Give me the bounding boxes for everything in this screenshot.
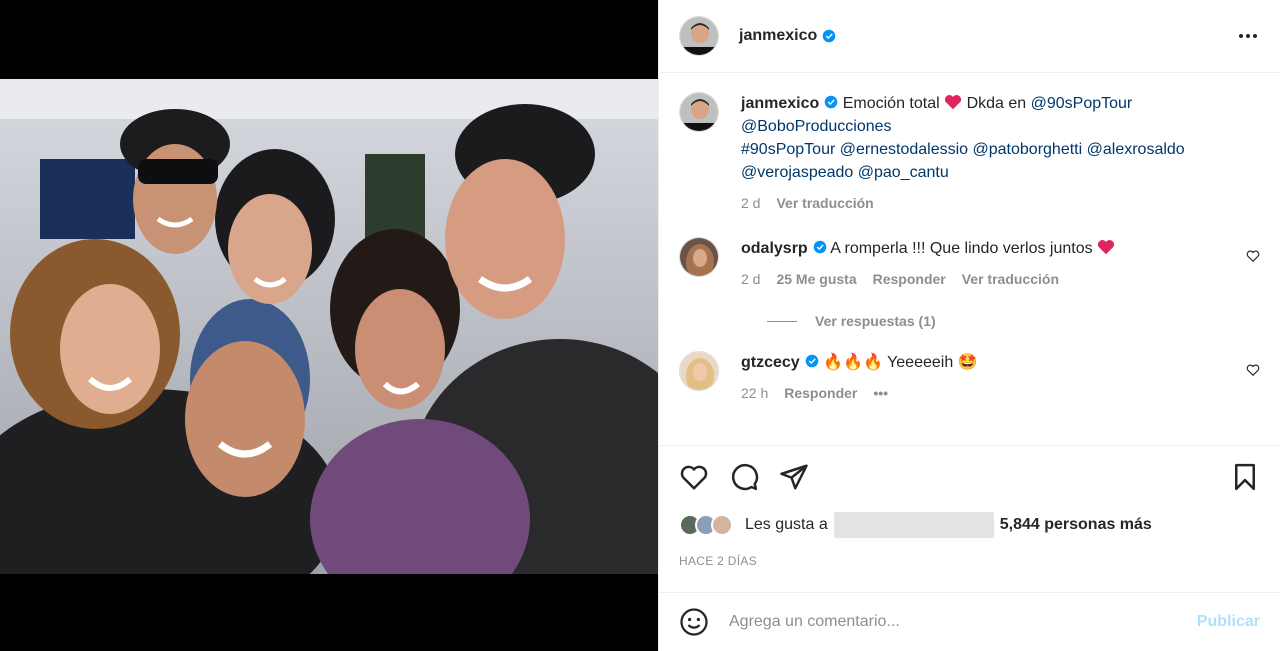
caption-text-2: Dkda en: [966, 95, 1027, 112]
group-selfie-image: [0, 79, 658, 574]
post-details-panel: janmexico janmexico Emoción total Dkda e…: [658, 0, 1280, 651]
comment-text: A romperla !!! Que lindo verlos juntos: [830, 240, 1093, 257]
mention-link[interactable]: @verojaspeado: [741, 164, 853, 181]
post-date[interactable]: HACE 2 DÍAS: [679, 554, 757, 568]
caption-text: Emoción total: [842, 95, 940, 112]
caption-username[interactable]: janmexico: [741, 95, 819, 112]
emoji-icon[interactable]: [679, 607, 709, 637]
comment-icon[interactable]: [729, 462, 759, 492]
post-header: janmexico: [659, 0, 1280, 73]
more-options-icon[interactable]: [1236, 24, 1260, 48]
like-comment-heart-icon[interactable]: [1246, 249, 1260, 263]
translate-button[interactable]: Ver traducción: [962, 268, 1059, 291]
fire-emoji-icon: 🔥🔥🔥: [823, 354, 883, 371]
comment-row: gtzcecy 🔥🔥🔥 Yeeeeeih 🤩 22 h Responder ••…: [679, 351, 1260, 405]
verified-badge-icon: [822, 29, 836, 43]
heart-icon[interactable]: [679, 462, 709, 492]
mention-link[interactable]: @patoborghetti: [973, 141, 1083, 158]
commenter-avatar[interactable]: [679, 351, 719, 391]
instagram-post-view: janmexico janmexico Emoción total Dkda e…: [0, 0, 1280, 651]
mention-link[interactable]: @alexrosaldo: [1087, 141, 1185, 158]
comment-input[interactable]: [729, 613, 1197, 631]
reply-button[interactable]: Responder: [873, 268, 946, 291]
publish-button[interactable]: Publicar: [1197, 613, 1260, 631]
author-username[interactable]: janmexico: [739, 27, 817, 45]
mention-link[interactable]: @90sPopTour: [1031, 95, 1133, 112]
heart-emoji-icon: [945, 95, 962, 110]
view-replies-label[interactable]: Ver respuestas (1): [815, 313, 936, 329]
reply-button[interactable]: Responder: [784, 382, 857, 405]
like-comment-heart-icon[interactable]: [1246, 363, 1260, 377]
comments-section: janmexico Emoción total Dkda en @90sPopT…: [659, 74, 1280, 444]
comment-age[interactable]: 22 h: [741, 382, 768, 405]
post-actions-bar: [659, 445, 1280, 510]
author-avatar[interactable]: [679, 16, 719, 56]
likes-summary[interactable]: Les gusta a 5,844 personas más: [679, 512, 1260, 538]
save-icon[interactable]: [1230, 462, 1260, 492]
comment-username[interactable]: gtzcecy: [741, 354, 800, 371]
verified-badge-icon: [805, 354, 819, 368]
add-comment-bar: Publicar: [659, 592, 1280, 651]
comment-more-options-icon[interactable]: •••: [873, 382, 888, 405]
mention-link[interactable]: @ernestodalessio: [840, 141, 968, 158]
redacted-liker-name: [833, 512, 994, 538]
comment-likes-count[interactable]: 25 Me gusta: [776, 268, 856, 291]
verified-badge-icon: [813, 240, 826, 254]
post-photo[interactable]: [0, 79, 658, 574]
comment-age[interactable]: 2 d: [741, 268, 760, 291]
heart-emoji-icon: [1097, 240, 1115, 255]
translate-button[interactable]: Ver traducción: [776, 192, 873, 215]
replies-divider: [767, 320, 797, 322]
mention-link[interactable]: @BoboProducciones: [741, 118, 892, 135]
caption-author-avatar[interactable]: [679, 92, 719, 132]
hashtag-link[interactable]: #90sPopTour: [741, 141, 835, 158]
comment-username[interactable]: odalysrp: [741, 240, 808, 257]
caption-age[interactable]: 2 d: [741, 192, 760, 215]
likes-count[interactable]: 5,844 personas más: [1000, 516, 1152, 534]
comment-row: odalysrp A romperla !!! Que lindo verlos…: [679, 237, 1260, 291]
view-replies-button[interactable]: Ver respuestas (1): [767, 313, 1260, 329]
verified-badge-icon: [824, 95, 838, 109]
liker-avatars: [679, 514, 733, 536]
avatar: [711, 514, 733, 536]
mention-link[interactable]: @pao_cantu: [858, 164, 949, 181]
commenter-avatar[interactable]: [679, 237, 719, 277]
post-media[interactable]: [0, 0, 658, 651]
share-icon[interactable]: [779, 462, 809, 492]
likes-prefix: Les gusta a: [745, 516, 828, 533]
caption-row: janmexico Emoción total Dkda en @90sPopT…: [679, 92, 1260, 215]
star-eyes-emoji-icon: 🤩: [957, 354, 978, 371]
comment-text: Yeeeeeih: [887, 354, 954, 371]
